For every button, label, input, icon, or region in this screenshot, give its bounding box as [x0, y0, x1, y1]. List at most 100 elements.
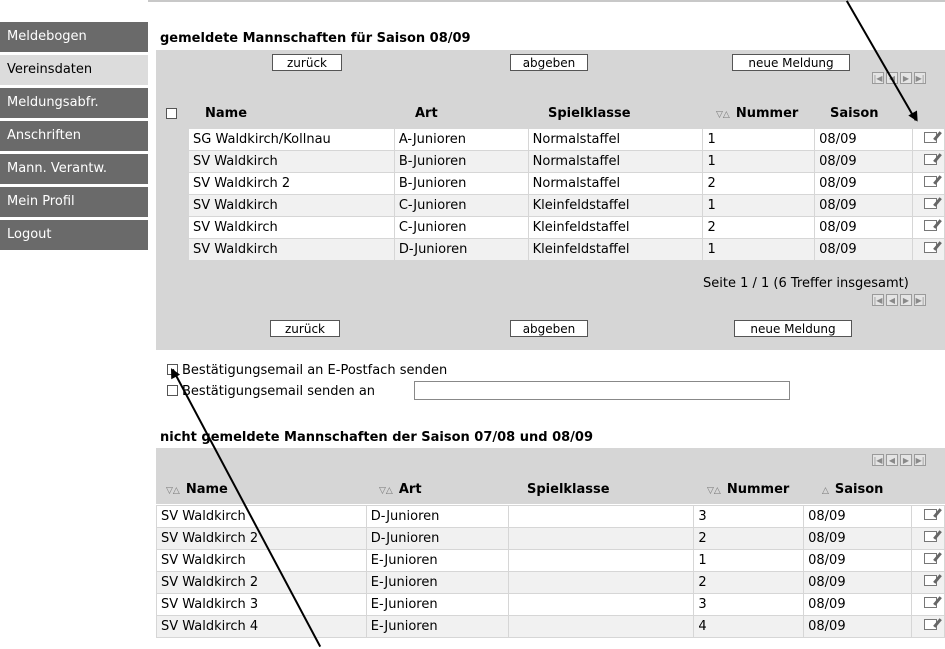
confirm-sendto-label: Bestätigungsemail senden an: [182, 384, 376, 399]
cell-saison: 08/09: [814, 128, 913, 151]
select-all-checkbox[interactable]: [166, 108, 177, 119]
cell-saison: 08/09: [803, 571, 912, 594]
last-page-icon[interactable]: ▶|: [914, 294, 926, 306]
edit-icon[interactable]: [924, 176, 937, 187]
sidebar-item-meldungsabfrage[interactable]: Meldungsabfr.: [0, 88, 148, 118]
column-header-nummer[interactable]: ▽△ Nummer: [716, 106, 798, 121]
edit-icon[interactable]: [923, 619, 937, 630]
table-row: SV Waldkirch 2 D-Junioren 2 08/09: [156, 527, 945, 550]
sort-icon[interactable]: ▽△: [166, 486, 180, 496]
cell-spielklasse: Kleinfeldstaffel: [527, 238, 704, 261]
sort-icon[interactable]: ▽△: [379, 486, 393, 496]
submit-button-bottom[interactable]: abgeben: [510, 320, 588, 337]
edit-icon[interactable]: [923, 509, 937, 520]
edit-icon[interactable]: [924, 154, 937, 165]
cell-saison: 08/09: [814, 238, 913, 261]
sidebar: Meldebogen Vereinsdaten Meldungsabfr. An…: [0, 0, 148, 646]
edit-icon[interactable]: [923, 553, 937, 564]
edit-icon[interactable]: [924, 198, 937, 209]
cell-spielklasse: Kleinfeldstaffel: [527, 216, 704, 239]
column-header-nummer[interactable]: ▽△ Nummer: [707, 482, 789, 497]
cell-spielklasse: [507, 593, 695, 616]
cell-art: D-Junioren: [365, 527, 509, 550]
cell-art: C-Junioren: [393, 216, 529, 239]
table-row: SV Waldkirch 3 E-Junioren 3 08/09: [156, 593, 945, 616]
cell-edit: [911, 571, 945, 594]
table-row: SV Waldkirch D-Junioren 3 08/09: [156, 505, 945, 528]
cell-art: A-Junioren: [393, 128, 529, 151]
last-page-icon[interactable]: ▶|: [914, 454, 926, 466]
cell-name: SG Waldkirch/Kollnau: [188, 128, 395, 151]
cell-edit: [912, 128, 945, 151]
column-header-art[interactable]: ▽△ Art: [379, 482, 422, 497]
cell-saison: 08/09: [814, 172, 913, 195]
column-header-saison[interactable]: △ Saison: [822, 482, 883, 497]
sort-icon[interactable]: ▽△: [716, 110, 730, 120]
edit-icon[interactable]: [923, 531, 937, 542]
sidebar-item-logout[interactable]: Logout: [0, 220, 148, 250]
new-report-button-top[interactable]: neue Meldung: [732, 54, 850, 71]
back-button-top[interactable]: zurück: [272, 54, 342, 71]
cell-saison: 08/09: [803, 615, 912, 638]
edit-icon[interactable]: [924, 220, 937, 231]
prev-page-icon[interactable]: ◀: [886, 454, 898, 466]
pager-top: |◀ ◀ ▶ ▶|: [872, 72, 926, 84]
cell-saison: 08/09: [803, 549, 912, 572]
cell-art: D-Junioren: [393, 238, 529, 261]
table-row: SV Waldkirch C-Junioren Kleinfeldstaffel 1 0…: [188, 194, 945, 217]
column-header-name[interactable]: ▽△ Name: [166, 482, 228, 497]
next-page-icon[interactable]: ▶: [900, 294, 912, 306]
cell-nummer: 2: [693, 571, 805, 594]
cell-saison: 08/09: [814, 194, 913, 217]
cell-name: SV Waldkirch 2: [156, 571, 367, 594]
confirm-sendto-option: Bestätigungsemail senden an: [167, 384, 375, 399]
cell-art: E-Junioren: [365, 593, 509, 616]
sort-asc-icon[interactable]: △: [822, 486, 829, 496]
cell-name: SV Waldkirch 3: [156, 593, 367, 616]
sidebar-item-vereinsdaten[interactable]: Vereinsdaten: [0, 55, 148, 85]
first-page-icon[interactable]: |◀: [872, 72, 884, 84]
submit-button-top[interactable]: abgeben: [510, 54, 588, 71]
cell-edit: [911, 593, 945, 616]
table-row: SV Waldkirch 2 B-Junioren Normalstaffel 2 08…: [188, 172, 945, 195]
sidebar-item-meldebogen[interactable]: Meldebogen: [0, 22, 148, 52]
column-header-art[interactable]: Art: [415, 106, 438, 121]
cell-nummer: 1: [693, 549, 805, 572]
edit-icon[interactable]: [923, 597, 937, 608]
email-field[interactable]: [414, 381, 790, 400]
prev-page-icon[interactable]: ◀: [886, 294, 898, 306]
column-header-saison[interactable]: Saison: [830, 106, 879, 121]
top-border: [148, 0, 945, 2]
pager-bottom: |◀ ◀ ▶ ▶|: [872, 294, 926, 306]
cell-spielklasse: [507, 505, 695, 528]
first-page-icon[interactable]: |◀: [872, 454, 884, 466]
cell-nummer: 1: [702, 128, 816, 151]
table-row: SV Waldkirch C-Junioren Kleinfeldstaffel 2 0…: [188, 216, 945, 239]
edit-icon[interactable]: [924, 132, 937, 143]
edit-icon[interactable]: [923, 575, 937, 586]
first-page-icon[interactable]: |◀: [872, 294, 884, 306]
cell-spielklasse: Normalstaffel: [527, 172, 704, 195]
back-button-bottom[interactable]: zurück: [270, 320, 340, 337]
cell-saison: 08/09: [803, 505, 912, 528]
sidebar-item-anschriften[interactable]: Anschriften: [0, 121, 148, 151]
next-page-icon[interactable]: ▶: [900, 72, 912, 84]
cell-edit: [912, 238, 945, 261]
column-header-spielklasse[interactable]: Spielklasse: [527, 482, 610, 497]
sidebar-item-mannschaftsverantwortliche[interactable]: Mann. Verantw.: [0, 154, 148, 184]
sidebar-item-mein-profil[interactable]: Mein Profil: [0, 187, 148, 217]
cell-nummer: 4: [693, 615, 805, 638]
sort-icon[interactable]: ▽△: [707, 486, 721, 496]
cell-spielklasse: [507, 527, 695, 550]
next-page-icon[interactable]: ▶: [900, 454, 912, 466]
cell-name: SV Waldkirch: [156, 549, 367, 572]
page-info: Seite 1 / 1 (6 Treffer insgesamt): [703, 276, 909, 291]
column-header-name[interactable]: Name: [205, 106, 247, 121]
column-header-spielklasse[interactable]: Spielklasse: [548, 106, 631, 121]
confirm-mailbox-label: Bestätigungsemail an E-Postfach senden: [182, 363, 448, 378]
cell-art: B-Junioren: [393, 172, 529, 195]
confirm-sendto-checkbox[interactable]: [167, 385, 178, 396]
new-report-button-bottom[interactable]: neue Meldung: [734, 320, 852, 337]
last-page-icon[interactable]: ▶|: [914, 72, 926, 84]
edit-icon[interactable]: [924, 242, 937, 253]
